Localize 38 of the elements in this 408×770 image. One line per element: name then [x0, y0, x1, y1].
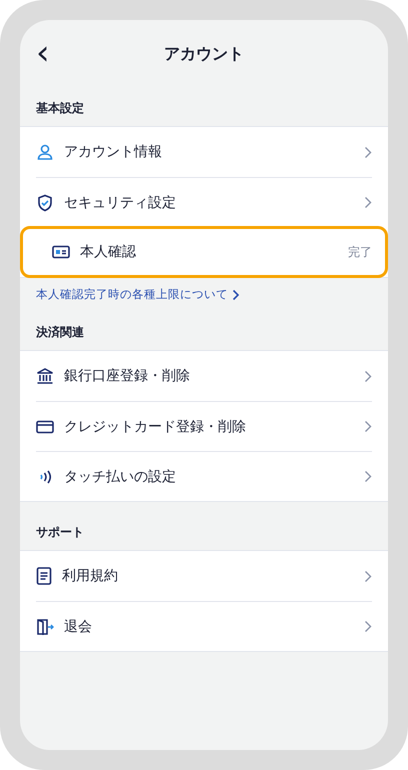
section-heading: 基本設定: [35, 100, 85, 117]
chevron-right-icon: [364, 620, 372, 633]
exit-door-icon: [36, 618, 54, 636]
list-item[interactable]: タッチ払いの設定: [36, 451, 372, 501]
chevron-right-icon: [364, 196, 372, 209]
card-icon: [36, 420, 54, 434]
item-label: アカウント情報: [64, 143, 163, 161]
item-label: セキュリティ設定: [64, 194, 177, 212]
list-item[interactable]: アカウント情報: [36, 127, 372, 177]
chevron-right-icon: [364, 470, 372, 483]
chevron-right-icon: [364, 420, 372, 433]
chevron-right-icon: [364, 570, 372, 582]
item-label: 利用規約: [62, 567, 119, 585]
item-label: 本人確認: [80, 243, 137, 261]
list-item[interactable]: 退会: [36, 601, 372, 651]
chevron-right-icon: [232, 288, 240, 300]
status-text: 完了: [348, 244, 372, 260]
list-item[interactable]: 利用規約: [36, 551, 372, 601]
item-label: クレジットカード登録・削除: [64, 418, 247, 436]
back-button[interactable]: ‹: [30, 38, 56, 68]
document-icon: [36, 567, 52, 585]
info-link[interactable]: 本人確認完了時の各種上限について: [36, 287, 228, 302]
highlighted-list-item[interactable]: 本人確認 完了: [20, 226, 388, 278]
screen-title: アカウント: [164, 44, 244, 64]
item-label: 銀行口座登録・削除: [64, 367, 191, 385]
id-card-icon: [52, 245, 70, 259]
list-item[interactable]: クレジットカード登録・削除: [36, 401, 372, 451]
shield-icon: [36, 194, 54, 212]
person-icon: [36, 143, 54, 161]
list-item[interactable]: セキュリティ設定: [36, 177, 372, 227]
chevron-right-icon: [364, 370, 372, 382]
section-heading: サポート: [35, 524, 85, 541]
chevron-right-icon: [364, 146, 372, 158]
item-label: タッチ払いの設定: [64, 468, 177, 486]
section-heading: 決済関連: [35, 324, 85, 341]
item-label: 退会: [64, 618, 93, 636]
list-item[interactable]: 銀行口座登録・削除: [36, 351, 372, 401]
bank-icon: [36, 367, 54, 385]
